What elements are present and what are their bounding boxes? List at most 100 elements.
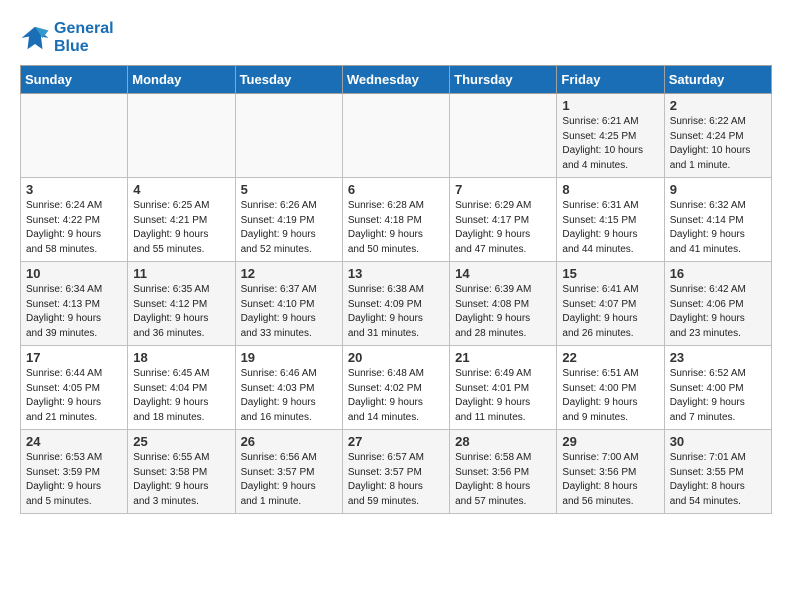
day-info: Sunrise: 6:31 AM Sunset: 4:15 PM Dayligh…	[562, 199, 658, 257]
calendar-cell: 30Sunrise: 7:01 AM Sunset: 3:55 PM Dayli…	[664, 430, 771, 514]
day-number: 18	[133, 350, 229, 365]
calendar-cell: 22Sunrise: 6:51 AM Sunset: 4:00 PM Dayli…	[557, 346, 664, 430]
weekday-header-monday: Monday	[128, 66, 235, 94]
weekday-header-row: SundayMondayTuesdayWednesdayThursdayFrid…	[21, 66, 772, 94]
day-number: 9	[670, 182, 766, 197]
calendar-cell: 18 Sunrise: 6:45 AM Sunset: 4:04 PM Dayli…	[128, 346, 235, 430]
calendar-cell	[450, 94, 557, 178]
day-number: 25	[133, 434, 229, 449]
calendar-cell: 12 Sunrise: 6:37 AM Sunset: 4:10 PM Dayli…	[235, 262, 342, 346]
day-number: 4	[133, 182, 229, 197]
calendar-cell	[128, 94, 235, 178]
calendar-table: SundayMondayTuesdayWednesdayThursdayFrid…	[20, 65, 772, 514]
day-info: Sunrise: 6:51 AM Sunset: 4:00 PM Dayligh…	[562, 367, 658, 425]
calendar-cell: 13 Sunrise: 6:38 AM Sunset: 4:09 PM Dayli…	[342, 262, 449, 346]
calendar-week-row: 17Sunrise: 6:44 AM Sunset: 4:05 PM Dayli…	[21, 346, 772, 430]
day-info: Sunrise: 6:25 AM Sunset: 4:21 PM Dayligh…	[133, 199, 229, 257]
weekday-header-thursday: Thursday	[450, 66, 557, 94]
calendar-cell: 3 Sunrise: 6:24 AM Sunset: 4:22 PM Daylig…	[21, 178, 128, 262]
calendar-cell: 27 Sunrise: 6:57 AM Sunset: 3:57 PM Dayli…	[342, 430, 449, 514]
day-number: 28	[455, 434, 551, 449]
day-number: 20	[348, 350, 444, 365]
calendar-cell: 10 Sunrise: 6:34 AM Sunset: 4:13 PM Dayli…	[21, 262, 128, 346]
day-info: Sunrise: 6:58 AM Sunset: 3:56 PM Dayligh…	[455, 451, 551, 509]
calendar-cell: 15 Sunrise: 6:41 AM Sunset: 4:07 PM Dayli…	[557, 262, 664, 346]
day-number: 16	[670, 266, 766, 281]
logo-text: General Blue	[54, 20, 114, 55]
day-number: 5	[241, 182, 337, 197]
calendar-cell: 25Sunrise: 6:55 AM Sunset: 3:58 PM Dayli…	[128, 430, 235, 514]
day-info: Sunrise: 6:53 AM Sunset: 3:59 PM Dayligh…	[26, 451, 122, 509]
calendar-cell: 1 Sunrise: 6:21 AM Sunset: 4:25 PM Daylig…	[557, 94, 664, 178]
day-number: 19	[241, 350, 337, 365]
calendar-week-row: 3 Sunrise: 6:24 AM Sunset: 4:22 PM Daylig…	[21, 178, 772, 262]
day-number: 30	[670, 434, 766, 449]
calendar-cell: 14Sunrise: 6:39 AM Sunset: 4:08 PM Dayli…	[450, 262, 557, 346]
calendar-cell: 20 Sunrise: 6:48 AM Sunset: 4:02 PM Dayli…	[342, 346, 449, 430]
day-info: Sunrise: 6:29 AM Sunset: 4:17 PM Dayligh…	[455, 199, 551, 257]
day-info: Sunrise: 6:41 AM Sunset: 4:07 PM Dayligh…	[562, 283, 658, 341]
weekday-header-wednesday: Wednesday	[342, 66, 449, 94]
day-info: Sunrise: 6:35 AM Sunset: 4:12 PM Dayligh…	[133, 283, 229, 341]
calendar-cell	[21, 94, 128, 178]
day-number: 23	[670, 350, 766, 365]
calendar-cell: 8 Sunrise: 6:31 AM Sunset: 4:15 PM Daylig…	[557, 178, 664, 262]
day-number: 21	[455, 350, 551, 365]
calendar-cell: 6Sunrise: 6:28 AM Sunset: 4:18 PM Daylig…	[342, 178, 449, 262]
calendar-cell: 7 Sunrise: 6:29 AM Sunset: 4:17 PM Daylig…	[450, 178, 557, 262]
day-info: Sunrise: 6:37 AM Sunset: 4:10 PM Dayligh…	[241, 283, 337, 341]
day-info: Sunrise: 6:48 AM Sunset: 4:02 PM Dayligh…	[348, 367, 444, 425]
logo-icon	[20, 23, 50, 53]
calendar-week-row: 1 Sunrise: 6:21 AM Sunset: 4:25 PM Daylig…	[21, 94, 772, 178]
calendar-cell: 19Sunrise: 6:46 AM Sunset: 4:03 PM Dayli…	[235, 346, 342, 430]
day-number: 6	[348, 182, 444, 197]
calendar-cell: 11 Sunrise: 6:35 AM Sunset: 4:12 PM Dayli…	[128, 262, 235, 346]
day-number: 1	[562, 98, 658, 113]
day-number: 12	[241, 266, 337, 281]
weekday-header-sunday: Sunday	[21, 66, 128, 94]
weekday-header-tuesday: Tuesday	[235, 66, 342, 94]
day-info: Sunrise: 6:52 AM Sunset: 4:00 PM Dayligh…	[670, 367, 766, 425]
day-info: Sunrise: 6:56 AM Sunset: 3:57 PM Dayligh…	[241, 451, 337, 509]
day-number: 11	[133, 266, 229, 281]
weekday-header-saturday: Saturday	[664, 66, 771, 94]
day-number: 26	[241, 434, 337, 449]
day-number: 8	[562, 182, 658, 197]
day-number: 7	[455, 182, 551, 197]
day-info: Sunrise: 6:22 AM Sunset: 4:24 PM Dayligh…	[670, 115, 766, 173]
page-header: General Blue	[20, 20, 772, 55]
day-info: Sunrise: 6:24 AM Sunset: 4:22 PM Dayligh…	[26, 199, 122, 257]
day-info: Sunrise: 6:57 AM Sunset: 3:57 PM Dayligh…	[348, 451, 444, 509]
logo: General Blue	[20, 20, 114, 55]
calendar-cell: 17Sunrise: 6:44 AM Sunset: 4:05 PM Dayli…	[21, 346, 128, 430]
day-info: Sunrise: 6:26 AM Sunset: 4:19 PM Dayligh…	[241, 199, 337, 257]
day-number: 29	[562, 434, 658, 449]
calendar-cell: 24 Sunrise: 6:53 AM Sunset: 3:59 PM Dayli…	[21, 430, 128, 514]
calendar-cell: 28 Sunrise: 6:58 AM Sunset: 3:56 PM Dayli…	[450, 430, 557, 514]
calendar-cell: 29Sunrise: 7:00 AM Sunset: 3:56 PM Dayli…	[557, 430, 664, 514]
day-info: Sunrise: 6:45 AM Sunset: 4:04 PM Dayligh…	[133, 367, 229, 425]
day-number: 15	[562, 266, 658, 281]
day-number: 2	[670, 98, 766, 113]
day-info: Sunrise: 6:38 AM Sunset: 4:09 PM Dayligh…	[348, 283, 444, 341]
day-number: 3	[26, 182, 122, 197]
calendar-cell	[235, 94, 342, 178]
day-number: 14	[455, 266, 551, 281]
day-number: 24	[26, 434, 122, 449]
day-info: Sunrise: 6:34 AM Sunset: 4:13 PM Dayligh…	[26, 283, 122, 341]
day-number: 27	[348, 434, 444, 449]
day-number: 10	[26, 266, 122, 281]
day-info: Sunrise: 6:42 AM Sunset: 4:06 PM Dayligh…	[670, 283, 766, 341]
calendar-cell: 5 Sunrise: 6:26 AM Sunset: 4:19 PM Daylig…	[235, 178, 342, 262]
day-info: Sunrise: 6:32 AM Sunset: 4:14 PM Dayligh…	[670, 199, 766, 257]
calendar-week-row: 24 Sunrise: 6:53 AM Sunset: 3:59 PM Dayli…	[21, 430, 772, 514]
day-info: Sunrise: 6:49 AM Sunset: 4:01 PM Dayligh…	[455, 367, 551, 425]
calendar-cell: 23 Sunrise: 6:52 AM Sunset: 4:00 PM Dayli…	[664, 346, 771, 430]
calendar-cell: 26 Sunrise: 6:56 AM Sunset: 3:57 PM Dayli…	[235, 430, 342, 514]
calendar-cell	[342, 94, 449, 178]
day-number: 13	[348, 266, 444, 281]
calendar-week-row: 10 Sunrise: 6:34 AM Sunset: 4:13 PM Dayli…	[21, 262, 772, 346]
calendar-cell: 4 Sunrise: 6:25 AM Sunset: 4:21 PM Daylig…	[128, 178, 235, 262]
day-info: Sunrise: 6:21 AM Sunset: 4:25 PM Dayligh…	[562, 115, 658, 173]
calendar-cell: 9 Sunrise: 6:32 AM Sunset: 4:14 PM Daylig…	[664, 178, 771, 262]
